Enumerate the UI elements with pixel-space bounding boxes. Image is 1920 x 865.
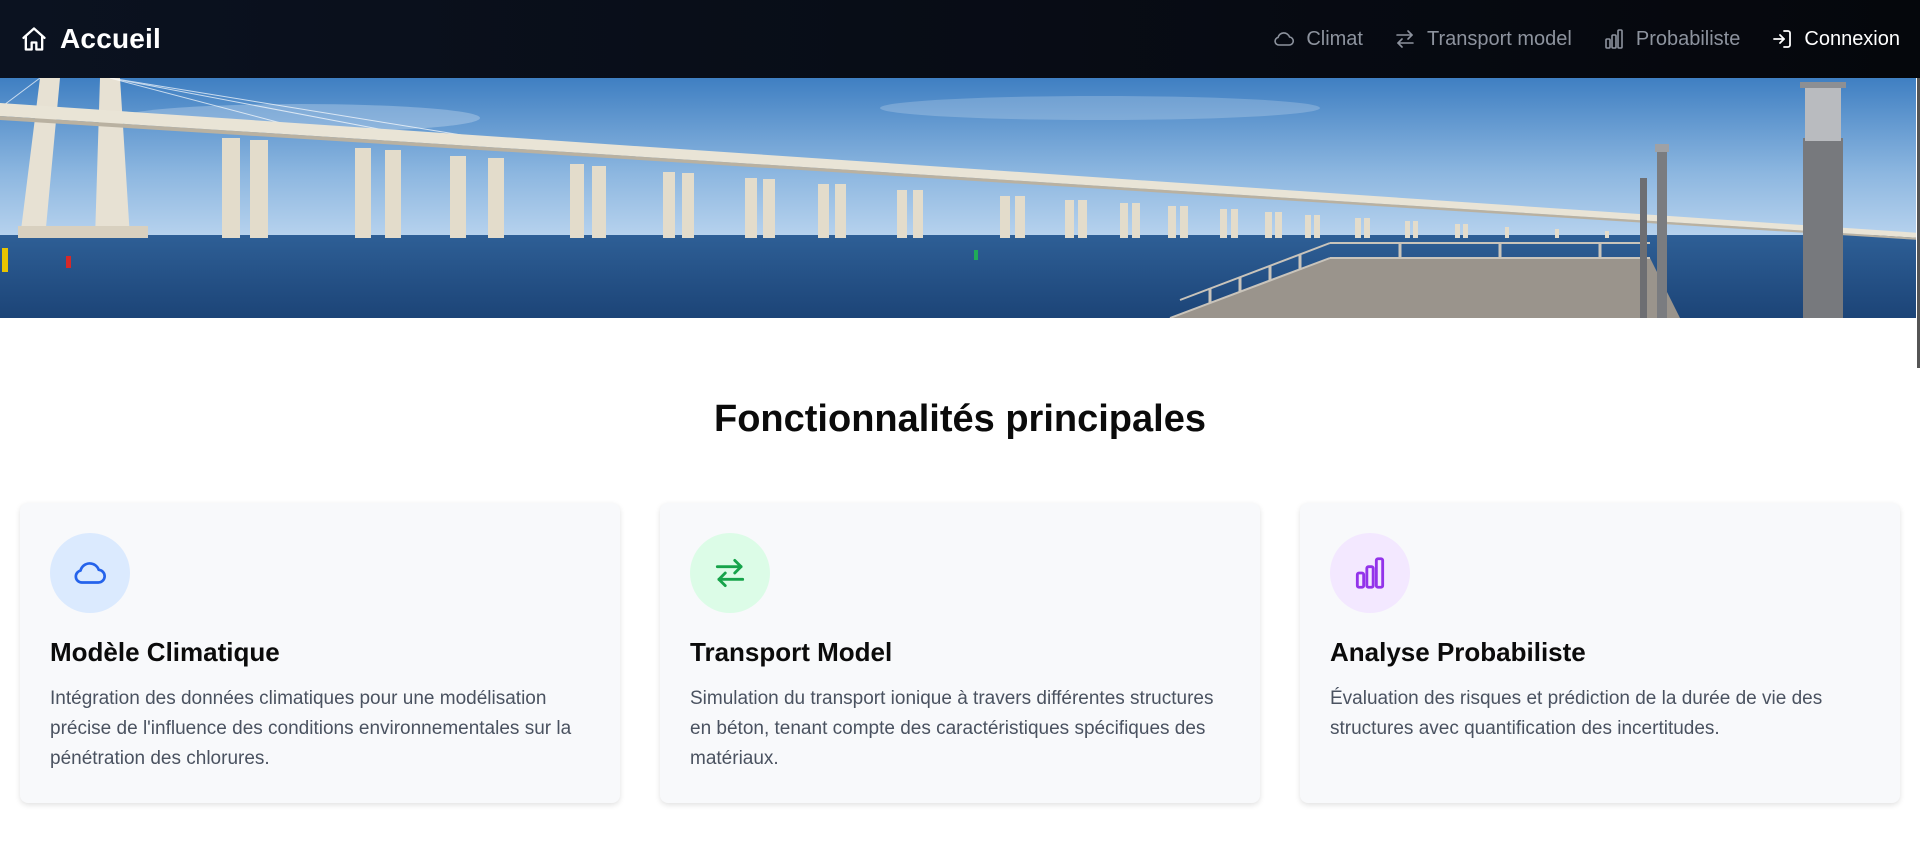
login-icon xyxy=(1773,30,1792,48)
feature-icon-circle xyxy=(50,533,130,613)
hero-banner xyxy=(0,78,1920,318)
bar-chart-icon xyxy=(1605,29,1623,49)
bar-chart-icon xyxy=(1355,557,1385,589)
feature-card-probabiliste: Analyse Probabiliste Évaluation des risq… xyxy=(1300,503,1900,803)
feature-cards: Modèle Climatique Intégration des donnée… xyxy=(20,503,1900,803)
login-label: Connexion xyxy=(1804,27,1900,50)
nav-link-label: Climat xyxy=(1306,27,1363,50)
home-icon xyxy=(22,27,46,51)
nav-link-climat[interactable]: Climat xyxy=(1272,27,1363,51)
login-link[interactable]: Connexion xyxy=(1770,27,1900,51)
top-navbar: Accueil Climat Transport model Probabili… xyxy=(0,0,1920,78)
arrows-exchange-icon xyxy=(1396,30,1414,48)
feature-card-transport: Transport Model Simulation du transport … xyxy=(660,503,1260,803)
nav-link-probabiliste[interactable]: Probabiliste xyxy=(1602,27,1741,51)
feature-card-text: Simulation du transport ionique à traver… xyxy=(690,688,1214,769)
feature-card-title: Modèle Climatique xyxy=(50,637,280,667)
cloud-icon xyxy=(74,562,106,584)
cloud-icon xyxy=(1274,32,1295,46)
feature-card-text: Évaluation des risques et prédiction de … xyxy=(1330,688,1823,739)
feature-card-title: Transport Model xyxy=(690,637,893,667)
bridge-image xyxy=(0,78,1920,318)
nav-link-label: Transport model xyxy=(1426,27,1572,50)
brand-title: Accueil xyxy=(60,23,161,54)
arrows-exchange-icon xyxy=(715,558,745,588)
feature-card-climat: Modèle Climatique Intégration des donnée… xyxy=(20,503,620,803)
nav-link-label: Probabiliste xyxy=(1635,27,1741,50)
feature-icon-circle xyxy=(1330,533,1410,613)
nav-links: Climat Transport model Probabiliste Conn… xyxy=(1272,27,1900,51)
home-link[interactable]: Accueil xyxy=(20,23,161,55)
feature-card-title: Analyse Probabiliste xyxy=(1330,637,1586,667)
nav-link-transport-model[interactable]: Transport model xyxy=(1393,27,1572,51)
feature-card-text: Intégration des données climatiques pour… xyxy=(50,688,572,769)
section-title: Fonctionnalités principales xyxy=(714,398,1206,440)
feature-icon-circle xyxy=(690,533,770,613)
